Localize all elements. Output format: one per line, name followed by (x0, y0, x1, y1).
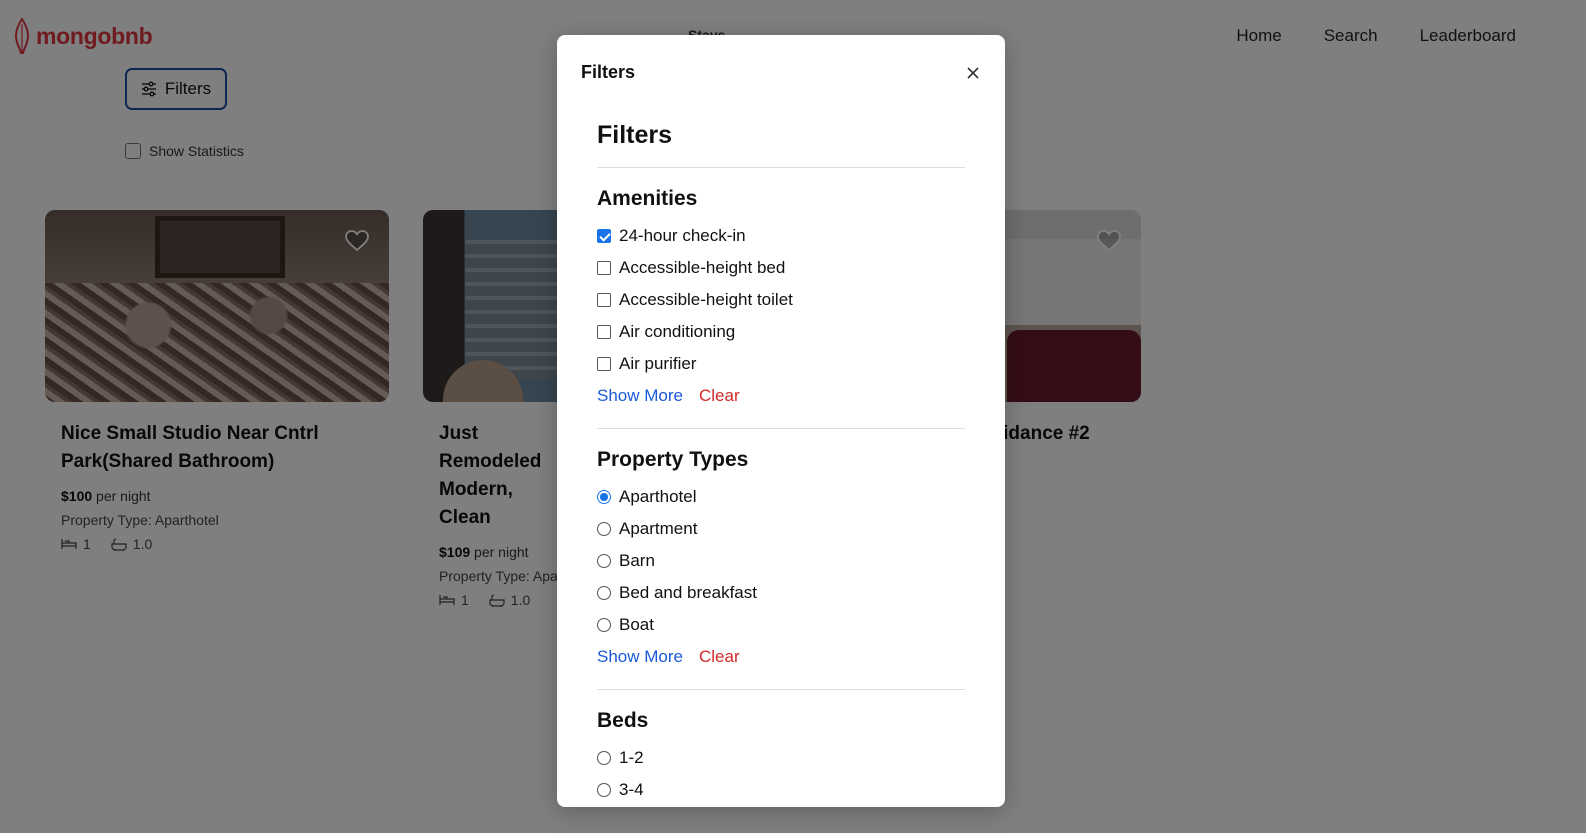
amenity-checkbox[interactable] (597, 325, 611, 339)
property-type-radio[interactable] (597, 522, 611, 536)
property-types-heading: Property Types (597, 448, 749, 471)
modal-body: Filters Amenities 24-hour check-in Acces… (557, 109, 1005, 806)
property-type-radio[interactable] (597, 586, 611, 600)
beds-label: 1-2 (619, 748, 644, 767)
amenity-option[interactable]: Air purifier (597, 348, 965, 380)
amenity-option[interactable]: 24-hour check-in (597, 220, 965, 252)
property-type-label: Apartment (619, 519, 698, 538)
beds-option[interactable]: 1-2 (597, 742, 965, 774)
amenity-option[interactable]: Air conditioning (597, 316, 965, 348)
modal-header: Filters (557, 35, 1005, 109)
amenities-actions: Show More Clear (597, 380, 965, 412)
divider (597, 167, 965, 168)
amenity-label: Accessible-height bed (619, 258, 786, 277)
amenity-checkbox[interactable] (597, 293, 611, 307)
amenity-option[interactable]: Accessible-height bed (597, 252, 965, 284)
modal-title: Filters (581, 62, 636, 82)
beds-heading: Beds (597, 709, 649, 732)
amenity-label: Air purifier (619, 354, 697, 373)
amenities-heading: Amenities (597, 187, 698, 210)
property-types-actions: Show More Clear (597, 641, 965, 673)
property-types-clear-link[interactable]: Clear (699, 647, 740, 667)
property-type-label: Aparthotel (619, 487, 697, 506)
beds-label: 3-4 (619, 780, 644, 799)
amenity-label: Air conditioning (619, 322, 736, 341)
beds-radio[interactable] (597, 783, 611, 797)
amenities-clear-link[interactable]: Clear (699, 386, 740, 406)
beds-radio[interactable] (597, 751, 611, 765)
close-icon[interactable] (963, 63, 983, 83)
filters-modal: Filters Filters Amenities 24-hour check-… (557, 35, 1005, 807)
amenity-option[interactable]: Accessible-height toilet (597, 284, 965, 316)
property-type-radio[interactable] (597, 554, 611, 568)
property-type-radio[interactable] (597, 618, 611, 632)
divider (597, 689, 965, 690)
property-type-option[interactable]: Barn (597, 545, 965, 577)
amenity-checkbox[interactable] (597, 357, 611, 371)
property-type-label: Barn (619, 551, 655, 570)
property-type-option[interactable]: Aparthotel (597, 481, 965, 513)
property-type-label: Boat (619, 615, 654, 634)
property-types-show-more-link[interactable]: Show More (597, 647, 683, 667)
property-type-option[interactable]: Boat (597, 609, 965, 641)
beds-option[interactable]: 3-4 (597, 774, 965, 806)
property-type-option[interactable]: Bed and breakfast (597, 577, 965, 609)
amenity-label: Accessible-height toilet (619, 290, 793, 309)
divider (597, 428, 965, 429)
property-type-option[interactable]: Apartment (597, 513, 965, 545)
property-type-radio[interactable] (597, 490, 611, 504)
amenity-checkbox[interactable] (597, 261, 611, 275)
amenities-show-more-link[interactable]: Show More (597, 386, 683, 406)
property-type-label: Bed and breakfast (619, 583, 757, 602)
filters-heading: Filters (597, 121, 673, 149)
amenity-label: 24-hour check-in (619, 226, 746, 245)
amenity-checkbox[interactable] (597, 229, 611, 243)
